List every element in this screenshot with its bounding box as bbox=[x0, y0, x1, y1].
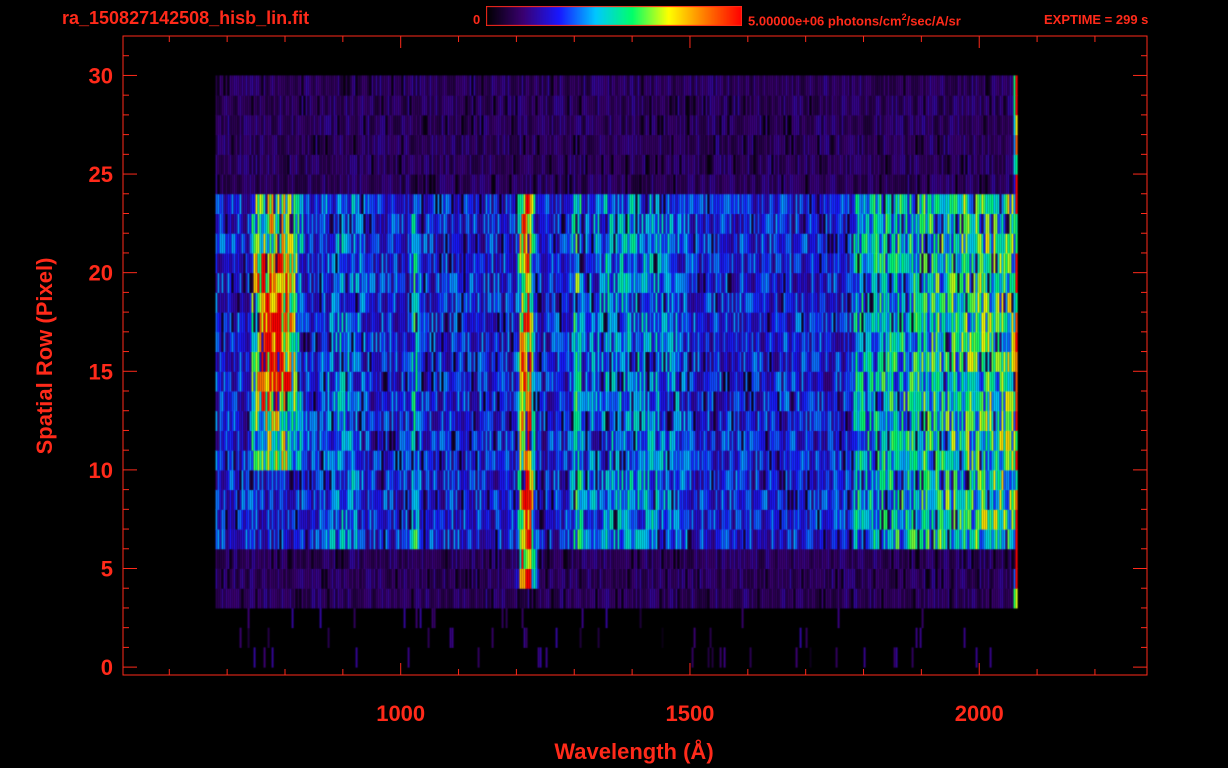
y-tick-label: 10 bbox=[89, 458, 113, 483]
y-tick-label: 30 bbox=[89, 63, 113, 88]
plot-frame bbox=[122, 35, 1148, 676]
y-tick-label: 15 bbox=[89, 359, 113, 384]
tick-marks bbox=[122, 35, 1148, 676]
x-tick-label: 2000 bbox=[955, 701, 1004, 726]
x-axis-label: Wavelength (Å) bbox=[554, 738, 713, 764]
x-tick-label: 1000 bbox=[376, 701, 425, 726]
y-tick-label: 0 bbox=[101, 655, 113, 680]
y-axis-label: Spatial Row (Pixel) bbox=[32, 258, 57, 455]
x-tick-label: 1500 bbox=[665, 701, 714, 726]
axes-overlay: 1000 1500 2000051015202530 Wavelength (Å) … bbox=[32, 35, 1148, 764]
tick-labels: 1000 1500 2000 0 5 10 15 20 25 30 bbox=[89, 63, 1004, 726]
y-tick-label: 5 bbox=[101, 557, 113, 582]
y-tick-label: 25 bbox=[89, 162, 113, 187]
y-tick-label: 20 bbox=[89, 261, 113, 286]
